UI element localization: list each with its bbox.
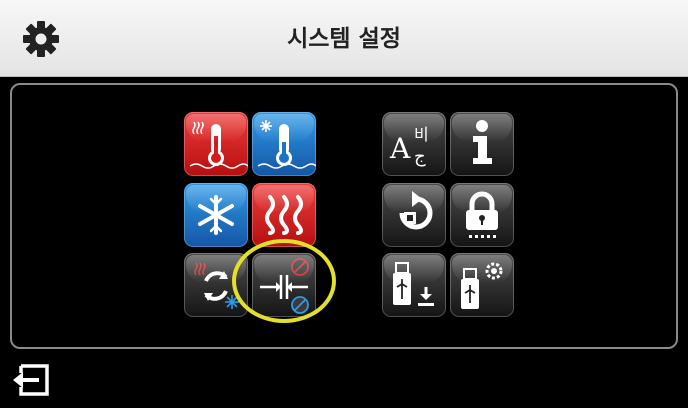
cooling-mode-tile[interactable] bbox=[184, 183, 248, 247]
information-tile[interactable] bbox=[450, 112, 514, 176]
heating-temperature-tile[interactable] bbox=[184, 112, 248, 176]
selection-highlight bbox=[232, 239, 336, 323]
usb-settings-tile[interactable] bbox=[450, 253, 514, 317]
heating-mode-tile[interactable] bbox=[252, 183, 316, 247]
lock-tile[interactable] bbox=[450, 183, 514, 247]
restart-tile[interactable] bbox=[382, 183, 446, 247]
language-tile[interactable]: A 비 ج bbox=[382, 112, 446, 176]
header-bar: 시스템 설정 bbox=[0, 0, 688, 77]
cooling-temperature-tile[interactable] bbox=[252, 112, 316, 176]
page-title: 시스템 설정 bbox=[287, 26, 401, 52]
exit-icon[interactable] bbox=[11, 362, 51, 398]
settings-panel bbox=[10, 83, 678, 349]
usb-import-tile[interactable] bbox=[382, 253, 446, 317]
svg-text:ج: ج bbox=[414, 146, 426, 167]
